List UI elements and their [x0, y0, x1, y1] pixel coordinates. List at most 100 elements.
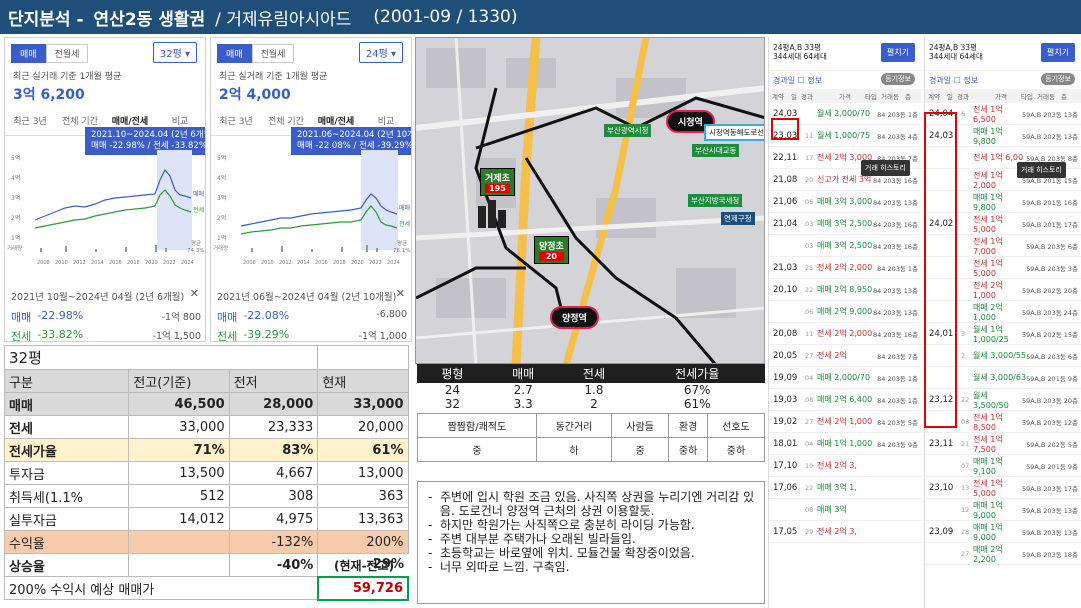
close-icon[interactable]: ✕	[396, 287, 405, 300]
transaction-row[interactable]: 07 매매 1억 9,100 59A,B 201동 9층	[925, 455, 1081, 477]
tab-rent[interactable]: 전월세	[45, 44, 89, 63]
deal-price: 월세 2,000/70	[817, 109, 871, 118]
deal-price: 매매 1억 9,800	[973, 192, 1003, 212]
tab-sale[interactable]: 매매	[11, 44, 46, 63]
close-icon[interactable]: ✕	[190, 287, 199, 300]
cell: 24	[444, 383, 461, 397]
x-tick: 2016	[109, 260, 122, 266]
legend-jeon: 전세	[399, 220, 410, 228]
registry-chip[interactable]: 등기정보	[1041, 73, 1075, 85]
transaction-row[interactable]: 20,05 27 전세 2억 84 203동 7층	[769, 345, 921, 367]
y-tick: 2억	[217, 214, 226, 222]
transaction-row[interactable]: 17,05 29 전세 2억 3,	[769, 521, 921, 543]
y-tick: 1억	[217, 234, 226, 242]
school-marker-geoje[interactable]: 거제초 195	[480, 168, 515, 196]
contract-day: 28	[961, 527, 970, 536]
transaction-row[interactable]: 19,09 04 매매 2,000/70 84 203동 1층	[769, 367, 921, 389]
transaction-row[interactable]: 17,06 22 매매 3억 1,	[769, 477, 921, 499]
tab-recent-3y[interactable]: 최근 3년	[211, 108, 261, 135]
expand-button[interactable]: 펼치기	[880, 43, 915, 62]
transaction-row[interactable]: 06 매매 2억 9,000 84 203동 13층	[769, 301, 921, 323]
expand-button[interactable]: 펼치기	[1040, 43, 1075, 62]
contract-day: 06	[805, 197, 814, 206]
deal-price: 매매 2억 1,000	[973, 302, 1003, 322]
average-label: 평균	[191, 240, 201, 247]
transaction-row[interactable]: 21,03 25 전세 2억 2,000 84 203동 1층	[769, 257, 921, 279]
deal-price: 전세 2억 1,000	[973, 280, 1003, 300]
contract-day: 29	[805, 527, 814, 536]
contract-day: 08	[805, 395, 814, 404]
station-pill-yangjeong[interactable]: 양정역	[550, 306, 599, 329]
contract-month: 20,10	[773, 284, 798, 295]
contract-day: 03	[805, 219, 814, 228]
transaction-row[interactable]: 20,08 11 전세 2억 2,000 84 203동 16층	[769, 323, 921, 345]
x-tick: 2008	[243, 260, 256, 266]
location-map[interactable]: 거제초 195 양정초 20 시청역 양정역 부산광역시청 시청역동해도로선터 …	[415, 37, 765, 364]
elapsed-toggle[interactable]: 경과일 ☐ 정보	[773, 76, 822, 85]
contract-month: 17,06	[773, 482, 798, 493]
area-summary-table: 평형 매매 전세 전세가율 24 2.7 1.8 67% 32 3.3 2 61…	[417, 364, 765, 411]
row-label: 매매	[3, 392, 130, 416]
table-row: 매매 46,500 28,000 33,000	[3, 392, 409, 416]
history-tooltip: 거래 히스토리	[861, 160, 910, 176]
marker-label: 거제초	[485, 174, 510, 184]
deal-meta: 84 203동 13층	[872, 286, 918, 295]
marker-label: 양정초	[539, 242, 564, 252]
jeon-amount: -1억 1,000	[358, 331, 407, 342]
deal-price: 매매 2억 9,000	[817, 307, 873, 316]
contract-day: 22	[805, 285, 814, 294]
transaction-row[interactable]: 21,04 03 매매 3억 2,500 84 203동 16층	[769, 213, 921, 235]
cell: -40%	[228, 553, 319, 577]
tab-sale[interactable]: 매매	[217, 44, 252, 63]
contract-day: 11	[805, 329, 814, 338]
transaction-row[interactable]: 27 매매 2억 2,200 59A,B 203동 18층	[925, 543, 1081, 565]
price-chart[interactable]: 5억 4억 3억 2억 1억 매매 전세 거래량 평균 74.3% 2008 2…	[5, 150, 206, 268]
deal-meta: 59A,B 201동 9층	[1026, 374, 1078, 383]
transaction-row[interactable]: 03 매매 3억 2,500 84 203동 16층	[769, 235, 921, 257]
size-select[interactable]: 24평 ▾	[358, 42, 403, 63]
section-title: 단지분석 -	[8, 9, 84, 30]
contract-day: 12	[961, 505, 970, 514]
transaction-row[interactable]: 23,10 13 전세 1억 5,000 59A,B 203동 17층	[925, 477, 1081, 499]
transaction-row[interactable]: 19,02 27 전세 2억 1,000 84 203동 5층	[769, 411, 921, 433]
note-item: 주변에 입시 학원 조금 있음. 사직쪽 상권을 누리기엔 거리감 있음. 도로…	[428, 490, 760, 518]
registry-chip[interactable]: 등기정보	[881, 73, 915, 85]
deal-meta: 59A,B 203동 6층	[1026, 352, 1078, 361]
school-marker-yangjeong[interactable]: 양정초 20	[534, 236, 569, 264]
sale-amount: -6,800	[376, 309, 407, 320]
col-label: 계약	[928, 93, 940, 101]
contract-day: 27	[961, 549, 970, 558]
transaction-row[interactable]: 21,06 06 매매 3억 3,000 84 203동 13층	[769, 191, 921, 213]
transaction-row[interactable]: 17,10 10 전세 2억 3,	[769, 455, 921, 477]
cell: 13,363	[317, 507, 409, 531]
deal-meta: 84 203동 16층	[872, 176, 918, 185]
deal-price: 매매 2억 2,200	[973, 544, 1003, 564]
volume-label: 거래량	[213, 244, 228, 252]
deal-meta: 84 203동 16층	[872, 242, 918, 251]
deal-price: 월세 3,000/55	[973, 351, 1027, 360]
size-select[interactable]: 32평 ▾	[152, 42, 197, 63]
transaction-row[interactable]: 23,11 21 전세 1억 7,500 59A,B 202동 5층	[925, 433, 1081, 455]
cell: 13,500	[128, 461, 230, 485]
forecast-label: 200% 수익시 예상 매매가	[3, 576, 319, 600]
tab-recent-3y[interactable]: 최근 3년	[5, 108, 55, 135]
cell: 363	[317, 484, 409, 508]
tab-rent[interactable]: 전월세	[251, 44, 295, 63]
deal-price: 매매 2,000/70	[817, 373, 871, 382]
cell: 중하	[668, 437, 708, 462]
contract-day: 22	[805, 483, 814, 492]
y-tick: 5억	[217, 154, 226, 162]
jeon-pct: -39.29%	[243, 328, 290, 341]
cell: 4,975	[228, 507, 319, 531]
col-label: 타입	[1021, 93, 1033, 101]
x-tick: 2014	[91, 260, 104, 266]
transaction-row[interactable]: 20,10 22 매매 2억 8,950 84 203동 13층	[769, 279, 921, 301]
y-tick: 1억	[11, 234, 20, 242]
transaction-row[interactable]: 12 매매 1억 9,000 59A,B 203동 13층	[925, 499, 1081, 521]
transaction-row[interactable]: 19,03 08 매매 2억 6,400 84 203동 1층	[769, 389, 921, 411]
transaction-row[interactable]: 23,09 28 매매 1억 9,000 59A,B 203동 13층	[925, 521, 1081, 543]
price-chart[interactable]: 5억 4억 3억 2억 1억 매매 전세 거래량 평균 76.1% 2008 2…	[211, 150, 412, 268]
elapsed-toggle[interactable]: 경과일 ☐ 정보	[929, 76, 978, 85]
transaction-row[interactable]: 18,01 04 매매 1억 1,000 84 203동 9층	[769, 433, 921, 455]
transaction-row[interactable]: 08 매매 3억	[769, 499, 921, 521]
